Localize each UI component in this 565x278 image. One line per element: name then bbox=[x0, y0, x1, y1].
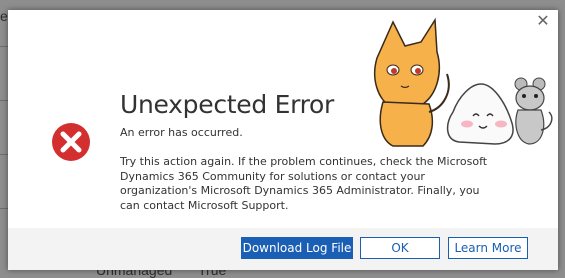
white-blob-icon bbox=[446, 83, 514, 145]
mascot-illustration bbox=[373, 17, 553, 147]
learn-more-button[interactable]: Learn More bbox=[448, 237, 528, 259]
grey-cat-icon bbox=[514, 77, 553, 145]
dialog-subtitle: An error has occurred. bbox=[120, 126, 243, 139]
ok-button[interactable]: OK bbox=[360, 237, 440, 259]
background-divider bbox=[0, 154, 8, 155]
download-log-button[interactable]: Download Log File bbox=[241, 237, 353, 259]
dialog-message: Try this action again. If the problem co… bbox=[120, 155, 488, 212]
background-divider bbox=[0, 46, 8, 47]
error-icon bbox=[52, 123, 90, 161]
dialog-title: Unexpected Error bbox=[120, 90, 335, 119]
error-dialog: ✕ Unexpected Error An error has occurred… bbox=[8, 10, 558, 270]
background-divider bbox=[0, 100, 8, 101]
background-divider bbox=[0, 208, 8, 209]
orange-cat-icon bbox=[373, 17, 450, 147]
